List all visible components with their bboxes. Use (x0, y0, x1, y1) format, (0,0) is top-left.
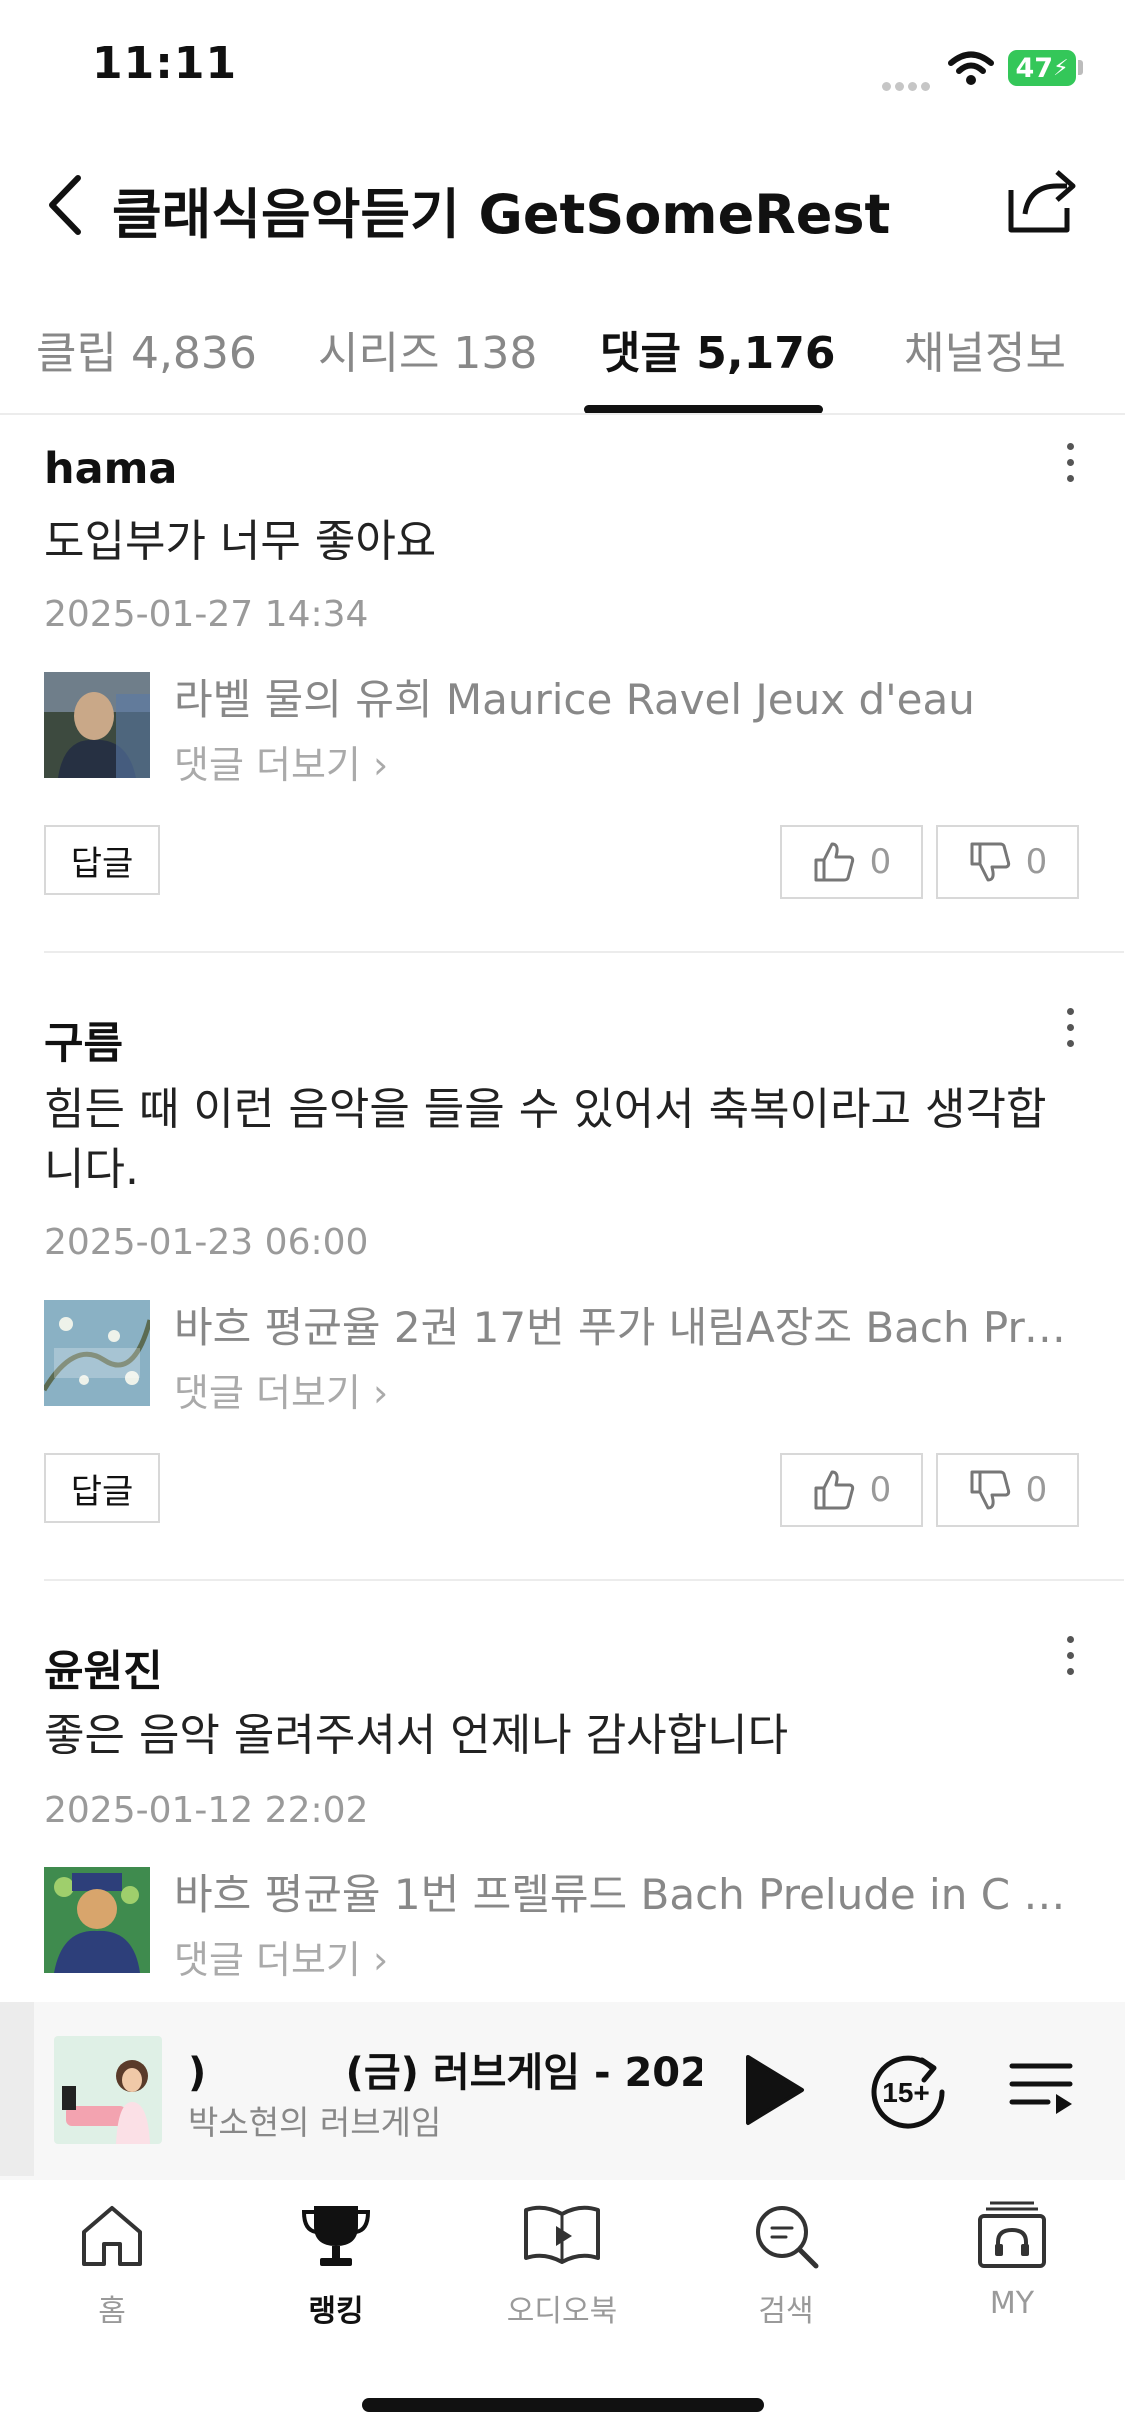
player-subtitle: 박소현의 러브게임 (188, 2103, 442, 2142)
nav-home[interactable] (42, 2200, 182, 2276)
player-handle[interactable] (0, 2002, 34, 2176)
trophy-icon (301, 2206, 371, 2266)
thumbs-down-icon (970, 1470, 1010, 1510)
home-icon (82, 2206, 142, 2266)
comment-text: 좋은 음악 올려주셔서 언제나 감사합니다 (44, 1710, 789, 1761)
wifi-icon (948, 51, 994, 85)
comment-date: 2025-01-12 22:02 (44, 1790, 369, 1831)
page-title: 클래식음악듣기 GetSomeRest (112, 183, 891, 246)
thumbs-up-icon (814, 1470, 854, 1510)
view-more-comments-link[interactable]: 댓글 더보기 › (174, 1362, 388, 1417)
cellular-signal-icon (882, 76, 934, 91)
nav-label-my[interactable]: MY (942, 2286, 1082, 2321)
like-button[interactable]: 0 (780, 825, 923, 899)
tab-comments[interactable]: 댓글 5,176 (600, 317, 835, 381)
skip-label: 15+ (882, 2077, 930, 2108)
status-time: 11:11 (92, 38, 238, 89)
dislike-button[interactable]: 0 (936, 825, 1079, 899)
track-title[interactable]: 라벨 물의 유희 Maurice Ravel Jeux d'eau (174, 666, 1069, 727)
thumbs-up-icon (814, 842, 854, 882)
comment-divider (44, 951, 1124, 953)
player-artwork[interactable] (54, 2036, 162, 2144)
more-options-icon[interactable] (1060, 1636, 1080, 1680)
nav-ranking[interactable] (266, 2200, 406, 2276)
comment-date: 2025-01-23 06:00 (44, 1222, 369, 1263)
play-icon[interactable] (742, 2053, 806, 2127)
like-button[interactable]: 0 (780, 1453, 923, 1527)
nav-label-home[interactable]: 홈 (42, 2286, 182, 2330)
track-thumbnail[interactable] (44, 1300, 150, 1406)
battery-tip (1078, 60, 1083, 75)
playlist-icon[interactable] (1008, 2060, 1074, 2120)
comment-author: 구름 (44, 1019, 124, 1069)
comment-author: 윤원진 (44, 1647, 163, 1697)
more-options-icon[interactable] (1060, 1008, 1080, 1052)
comment-text: 도입부가 너무 좋아요 (44, 516, 437, 567)
comment-divider (44, 1579, 1124, 1581)
tab-series[interactable]: 시리즈 138 (318, 317, 537, 381)
home-indicator (362, 2398, 764, 2412)
skip-forward-15-icon[interactable]: 15+ (866, 2050, 950, 2132)
comment-text: 힘든 때 이런 음악을 들을 수 있어서 축복이라고 생각합니다. (44, 1084, 1047, 1195)
dislike-count: 0 (1025, 842, 1048, 882)
tab-channel-info[interactable]: 채널정보 (904, 317, 1066, 381)
nav-label-audiobook[interactable]: 오디오북 (492, 2286, 632, 2330)
comment-date: 2025-01-27 14:34 (44, 594, 369, 635)
like-count: 0 (869, 1470, 892, 1510)
my-icon (978, 2201, 1046, 2268)
player-title[interactable]: ) (금) 러브게임 - 2025년 (188, 2040, 702, 2098)
thumbs-down-icon (970, 842, 1010, 882)
tabs-divider (0, 413, 1125, 415)
nav-search[interactable] (716, 2200, 856, 2276)
nav-label-ranking[interactable]: 랭킹 (266, 2286, 406, 2330)
reply-button[interactable]: 답글 (44, 825, 160, 895)
track-title[interactable]: 바흐 평균율 1번 프렐류드 Bach Prelude in C Major (174, 1861, 1069, 1922)
back-icon[interactable] (42, 172, 90, 238)
battery-indicator: 47 ⚡ (1008, 50, 1076, 86)
reply-button[interactable]: 답글 (44, 1453, 160, 1523)
track-thumbnail[interactable] (44, 1867, 150, 1973)
tab-clips[interactable]: 클립 4,836 (36, 317, 257, 381)
comment-author: hama (44, 444, 178, 494)
dislike-button[interactable]: 0 (936, 1453, 1079, 1527)
nav-audiobook[interactable] (492, 2200, 632, 2276)
like-count: 0 (869, 842, 892, 882)
share-icon[interactable] (1005, 164, 1081, 236)
track-title[interactable]: 바흐 평균율 2권 17번 푸가 내림A장조 Bach Prelude (174, 1294, 1069, 1355)
more-options-icon[interactable] (1060, 443, 1080, 487)
audiobook-icon (524, 2205, 600, 2264)
nav-label-search[interactable]: 검색 (716, 2286, 856, 2330)
search-icon (756, 2206, 819, 2269)
nav-my[interactable] (942, 2200, 1082, 2276)
dislike-count: 0 (1025, 1470, 1048, 1510)
track-thumbnail[interactable] (44, 672, 150, 778)
view-more-comments-link[interactable]: 댓글 더보기 › (174, 1929, 388, 1984)
view-more-comments-link[interactable]: 댓글 더보기 › (174, 734, 388, 789)
